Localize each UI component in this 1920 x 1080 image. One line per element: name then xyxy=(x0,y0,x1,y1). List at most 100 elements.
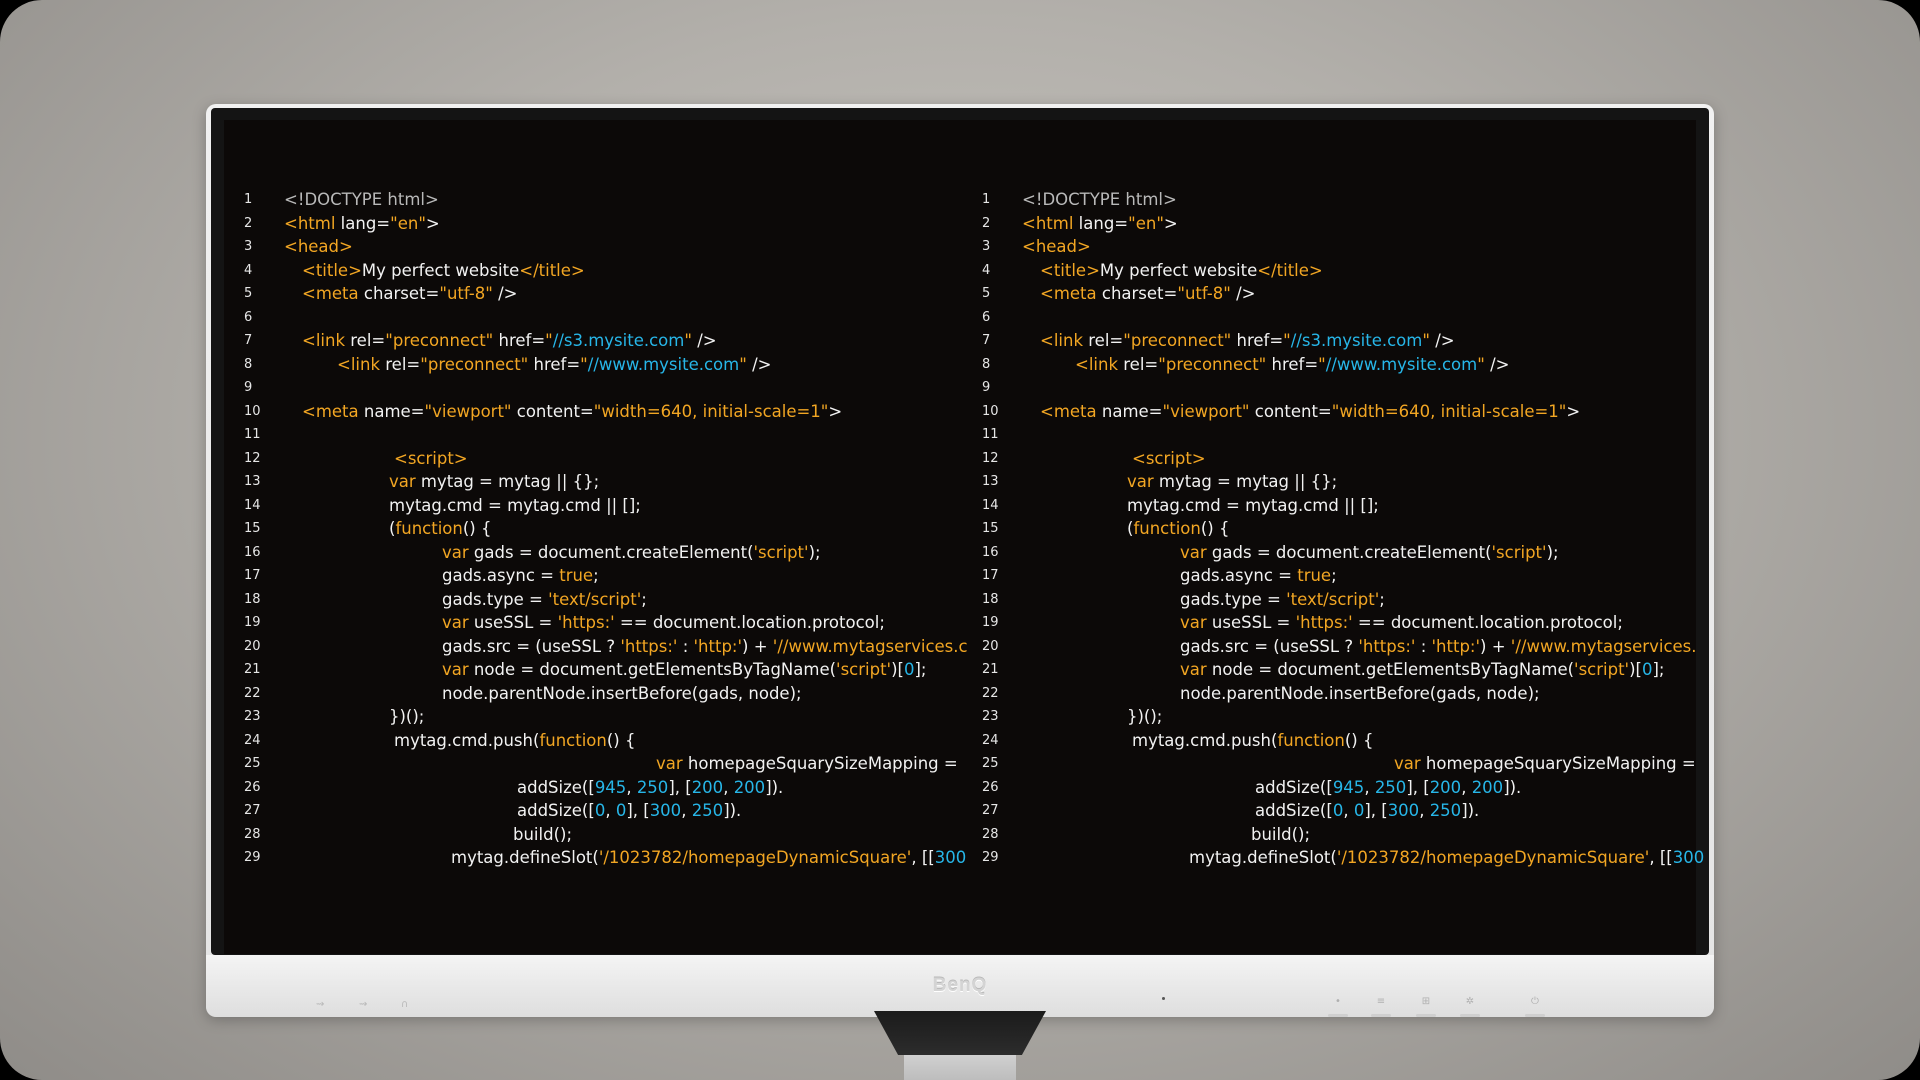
code-line[interactable]: 9 xyxy=(244,376,969,400)
code-line[interactable]: 28 build(); xyxy=(982,823,1707,847)
code-text: var node = document.getElementsByTagName… xyxy=(442,658,926,682)
code-token: var xyxy=(1180,613,1207,632)
line-number: 24 xyxy=(244,732,261,748)
code-line[interactable]: 20 gads.src = (useSSL ? 'https:' : 'http:… xyxy=(982,635,1707,659)
code-line[interactable]: 11 xyxy=(982,423,1707,447)
code-line[interactable]: 2 <html lang="en"> xyxy=(244,212,969,236)
code-line[interactable]: 19 var useSSL = 'https:' == document.loca… xyxy=(244,611,969,635)
code-line[interactable]: 18 gads.type = 'text/script'; xyxy=(244,588,969,612)
code-line[interactable]: 29 mytag.defineSlot('/1023782/homepageDyn… xyxy=(982,846,1707,870)
code-line[interactable]: 15 (function() { xyxy=(244,517,969,541)
code-token: <meta xyxy=(1040,401,1097,421)
code-line[interactable]: 14 mytag.cmd = mytag.cmd || []; xyxy=(982,494,1707,518)
code-line[interactable]: 25 var homepageSquarySizeMapping = xyxy=(244,752,969,776)
code-line[interactable]: 27 addSize([0, 0], [300, 250]). xyxy=(982,799,1707,823)
code-token: </title> xyxy=(519,260,585,280)
code-line[interactable]: 20 gads.src = (useSSL ? 'https:' : 'http:… xyxy=(244,635,969,659)
line-number: 3 xyxy=(244,239,253,254)
code-text: <meta charset="utf-8" /> xyxy=(302,282,517,306)
code-line[interactable]: 5 <meta charset="utf-8" /> xyxy=(244,282,969,306)
code-line[interactable]: 17 gads.async = true; xyxy=(244,564,969,588)
input-button[interactable]: • xyxy=(1328,996,1348,1017)
code-line[interactable]: 8 <link rel="preconnect" href="//www.mysi… xyxy=(244,353,969,377)
code-line[interactable]: 16 var gads = document.createElement('scr… xyxy=(244,541,969,565)
code-text: <script> xyxy=(394,447,468,471)
code-line[interactable]: 10 <meta name="viewport" content="width=6… xyxy=(982,400,1707,424)
code-token: 'text/script' xyxy=(548,589,642,609)
code-line[interactable]: 21 var node = document.getElementsByTagNa… xyxy=(244,658,969,682)
code-line[interactable]: 21 var node = document.getElementsByTagNa… xyxy=(982,658,1707,682)
menu-icon: ≡ xyxy=(1376,996,1386,1007)
code-line[interactable]: 25 var homepageSquarySizeMapping = xyxy=(982,752,1707,776)
code-line[interactable]: 3 <head> xyxy=(244,235,969,259)
code-token: "utf-8" xyxy=(1177,284,1231,303)
code-line[interactable]: 17 gads.async = true; xyxy=(982,564,1707,588)
code-token: homepageSquarySizeMapping = xyxy=(682,754,958,773)
code-line[interactable]: 6 xyxy=(982,306,1707,330)
code-token: == document.location.protocol; xyxy=(614,613,885,632)
code-line[interactable]: 23})(); xyxy=(244,705,969,729)
code-line[interactable]: 2 <html lang="en"> xyxy=(982,212,1707,236)
line-number: 17 xyxy=(982,568,999,583)
code-line[interactable]: 4 <title>My perfect website</title> xyxy=(244,259,969,283)
code-line[interactable]: 7 <link rel="preconnect" href="//s3.mysit… xyxy=(982,329,1707,353)
code-line[interactable]: 22 node.parentNode.insertBefore(gads, nod… xyxy=(244,682,969,706)
menu-button[interactable]: ≡ xyxy=(1371,996,1391,1017)
code-token: 'http:' xyxy=(1431,636,1481,656)
code-line[interactable]: 24 mytag.cmd.push(function() { xyxy=(244,729,969,753)
line-number: 2 xyxy=(244,215,253,231)
code-line[interactable]: 1 <!DOCTYPE html> xyxy=(982,188,1707,212)
power-button[interactable]: ⏻ xyxy=(1525,996,1545,1017)
code-token: href= xyxy=(493,331,546,350)
code-text: <meta name="viewport" content="width=640… xyxy=(1040,400,1580,424)
code-line[interactable]: 16 var gads = document.createElement('scr… xyxy=(982,541,1707,565)
code-line[interactable]: 24 mytag.cmd.push(function() { xyxy=(982,729,1707,753)
code-line[interactable]: 4 <title>My perfect website</title> xyxy=(982,259,1707,283)
code-token: content= xyxy=(511,401,594,421)
code-line[interactable]: 13 var mytag = mytag || {}; xyxy=(982,470,1707,494)
code-line[interactable]: 13 var mytag = mytag || {}; xyxy=(244,470,969,494)
code-token: node.parentNode.insertBefore(gads, node)… xyxy=(442,683,802,703)
line-number: 22 xyxy=(982,685,999,701)
code-line[interactable]: 26 addSize([945, 250], [200, 200]). xyxy=(982,776,1707,800)
code-line[interactable]: 7 <link rel="preconnect" href="//s3.mysit… xyxy=(244,329,969,353)
code-line[interactable]: 12 <script> xyxy=(982,447,1707,471)
brightness-button[interactable]: ✲ xyxy=(1460,996,1480,1017)
code-token: var xyxy=(442,613,469,632)
code-line[interactable]: 10 <meta name="viewport" content="width=6… xyxy=(244,400,969,424)
code-line[interactable]: 12 <script> xyxy=(244,447,969,471)
code-token: , xyxy=(723,777,734,797)
code-line[interactable]: 18 gads.type = 'text/script'; xyxy=(982,588,1707,612)
code-line[interactable]: 27 addSize([0, 0], [300, 250]). xyxy=(244,799,969,823)
code-line[interactable]: 14 mytag.cmd = mytag.cmd || []; xyxy=(244,494,969,518)
code-pane-right[interactable]: 1 <!DOCTYPE html> 2 <html lang="en"> 3 <head>… xyxy=(982,188,1707,888)
code-line[interactable]: 11 xyxy=(244,423,969,447)
code-line[interactable]: 22 node.parentNode.insertBefore(gads, nod… xyxy=(982,682,1707,706)
code-line[interactable]: 23})(); xyxy=(982,705,1707,729)
code-token: " xyxy=(1283,331,1291,350)
code-line[interactable]: 28 build(); xyxy=(244,823,969,847)
code-token: ); xyxy=(1546,542,1559,562)
code-token: , xyxy=(681,801,692,820)
photo-stage: 1 <!DOCTYPE html> 2 <html lang="en"> 3 <head>… xyxy=(0,0,1920,1080)
code-line[interactable]: 3 <head> xyxy=(982,235,1707,259)
code-line[interactable]: 26 addSize([945, 250], [200, 200]). xyxy=(244,776,969,800)
code-line[interactable]: 15 (function() { xyxy=(982,517,1707,541)
mode-button[interactable]: ⊞ xyxy=(1416,996,1436,1017)
code-token: mytag.defineSlot( xyxy=(451,848,599,867)
code-line[interactable]: 29 mytag.defineSlot('/1023782/homepageDyn… xyxy=(244,846,969,870)
code-token: 'https:' xyxy=(1358,636,1416,656)
code-line[interactable]: 6 xyxy=(244,306,969,330)
code-token: <link xyxy=(1075,354,1119,374)
code-text: node.parentNode.insertBefore(gads, node)… xyxy=(1180,682,1540,706)
code-line[interactable]: 9 xyxy=(982,376,1707,400)
code-token: , [[ xyxy=(1649,848,1673,867)
code-line[interactable]: 5 <meta charset="utf-8" /> xyxy=(982,282,1707,306)
code-line[interactable]: 8 <link rel="preconnect" href="//www.mysi… xyxy=(982,353,1707,377)
brand-logo: BenQ xyxy=(932,975,988,996)
code-token: <link xyxy=(1040,331,1084,350)
code-token: "width=640, initial-scale=1" xyxy=(1331,401,1567,421)
code-line[interactable]: 19 var useSSL = 'https:' == document.loca… xyxy=(982,611,1707,635)
code-pane-left[interactable]: 1 <!DOCTYPE html> 2 <html lang="en"> 3 <head>… xyxy=(244,188,969,888)
code-line[interactable]: 1 <!DOCTYPE html> xyxy=(244,188,969,212)
